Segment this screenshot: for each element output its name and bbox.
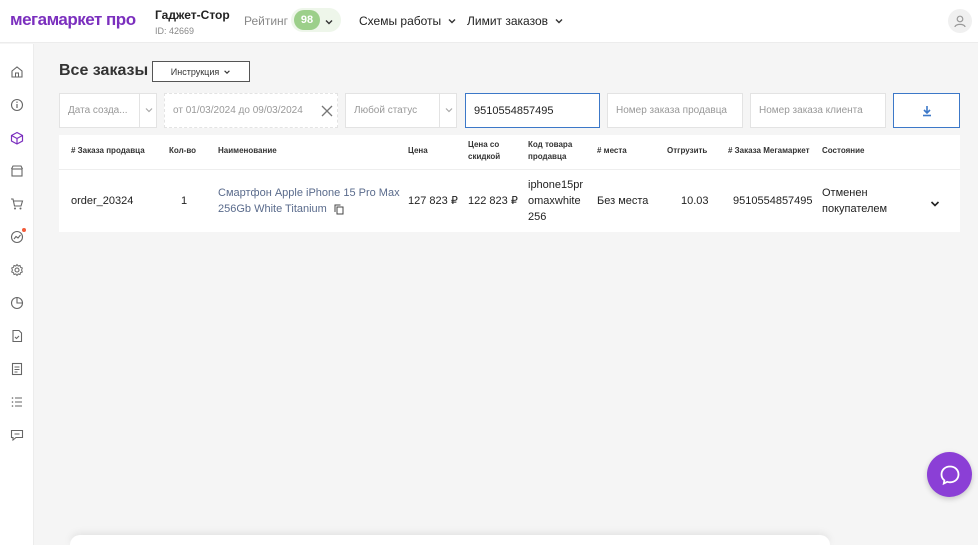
expand-row-chevron-icon[interactable] (929, 197, 941, 215)
shop-id: ID: 42669 (155, 26, 195, 36)
rating-label: Рейтинг (244, 14, 289, 28)
header-price: Цена (408, 146, 428, 155)
shop-name: Гаджет-Стор (155, 8, 230, 22)
logo[interactable]: мегамаркет про (10, 10, 136, 30)
top-header: мегамаркет про Гаджет-Стор ID: 42669 Рей… (0, 0, 978, 43)
search-input-value: 9510554857495 (474, 104, 554, 117)
header-sku: Код товара продавца (528, 139, 572, 163)
header-name: Наименование (218, 146, 277, 155)
status-line2: покупателем (822, 203, 888, 215)
cell-qty: 1 (181, 195, 188, 207)
settings-icon[interactable] (10, 263, 24, 277)
document-icon[interactable] (10, 329, 24, 343)
info-icon[interactable] (10, 98, 24, 112)
header-ship: Отгрузить (667, 146, 708, 155)
seller-order-placeholder: Номер заказа продавца (616, 105, 727, 116)
box-icon[interactable] (10, 131, 24, 145)
header-discount-price: Цена со скидкой (468, 139, 500, 163)
chevron-down-icon[interactable] (324, 14, 334, 32)
status-line1: Отменен (822, 187, 868, 199)
cell-product-name[interactable]: Смартфон Apple iPhone 15 Pro Max 256Gb W… (218, 185, 400, 217)
sidebar (0, 44, 34, 545)
support-chat-button[interactable] (927, 452, 972, 497)
header-places: # места (597, 146, 627, 155)
client-order-input[interactable]: Номер заказа клиента (750, 93, 886, 128)
chevron-down-icon (145, 108, 153, 113)
chevron-down-icon (445, 108, 453, 113)
sku-line2: omaxwhite (528, 195, 581, 207)
sku-line3: 256 (528, 211, 547, 223)
menu-schemes[interactable]: Схемы работы (359, 14, 457, 28)
menu-order-limit[interactable]: Лимит заказов (467, 14, 564, 28)
product-name-line2: 256Gb White Titanium (218, 203, 327, 215)
chart-pie-icon[interactable] (10, 296, 24, 310)
header-qty: Кол-во (169, 146, 197, 155)
header-discount-price-line2: скидкой (468, 152, 501, 161)
store-icon[interactable] (10, 164, 24, 178)
status-select[interactable]: Любой статус (345, 93, 457, 128)
feedback-icon[interactable] (10, 428, 24, 442)
page-title: Все заказы (59, 62, 149, 79)
cell-places: Без места (597, 195, 649, 207)
cell-discount-price: 122 823 ₽ (468, 195, 518, 207)
header-discount-price-line1: Цена со (468, 140, 500, 149)
chevron-down-icon (224, 69, 231, 74)
header-mm-order: # Заказа Мегамаркет (728, 146, 810, 155)
search-input[interactable]: 9510554857495 (465, 93, 600, 128)
cell-ship: 10.03 (681, 195, 709, 207)
status-value: Любой статус (354, 105, 418, 116)
instructions-button[interactable]: Инструкция (152, 61, 250, 82)
sku-line1: iphone15pr (528, 179, 584, 191)
download-button[interactable] (893, 93, 960, 128)
user-icon (954, 15, 966, 28)
date-type-select[interactable]: Дата созда... (59, 93, 157, 128)
header-status: Состояние (822, 146, 865, 155)
chevron-down-icon (448, 19, 456, 24)
header-sku-line2: продавца (528, 152, 567, 161)
seller-order-input[interactable]: Номер заказа продавца (607, 93, 743, 128)
menu-schemes-label: Схемы работы (359, 14, 442, 28)
date-range-picker[interactable]: от 01/03/2024 до 09/03/2024 (164, 93, 338, 128)
copy-icon[interactable] (334, 204, 344, 215)
table-divider (59, 169, 960, 170)
cell-sku: iphone15pr omaxwhite 256 (528, 177, 583, 225)
header-seller-order: # Заказа продавца (71, 146, 145, 155)
home-icon[interactable] (10, 65, 24, 79)
chevron-down-icon (555, 19, 563, 24)
cell-seller-order: order_20324 (71, 195, 134, 207)
date-range-value: от 01/03/2024 до 09/03/2024 (173, 105, 303, 116)
chat-icon (940, 465, 959, 485)
user-avatar[interactable] (948, 9, 972, 33)
menu-order-limit-label: Лимит заказов (467, 14, 549, 28)
cell-price: 127 823 ₽ (408, 195, 458, 207)
cart-icon[interactable] (10, 197, 24, 211)
bottom-panel (70, 535, 830, 545)
rating-badge: 98 (294, 10, 320, 30)
client-order-placeholder: Номер заказа клиента (759, 105, 863, 116)
download-icon (922, 105, 931, 116)
cell-status: Отменен покупателем (822, 185, 887, 217)
cell-mm-order: 9510554857495 (733, 195, 813, 207)
orders-table: # Заказа продавца Кол-во Наименование Це… (59, 135, 960, 232)
header-sku-line1: Код товара (528, 140, 573, 149)
notification-dot (22, 228, 26, 232)
date-type-value: Дата созда... (68, 105, 128, 116)
analytics-icon[interactable] (10, 228, 26, 244)
product-name-line1: Смартфон Apple iPhone 15 Pro Max (218, 187, 400, 199)
close-icon[interactable] (320, 104, 334, 118)
instructions-button-label: Инструкция (170, 66, 220, 77)
list-icon[interactable] (10, 395, 24, 409)
shop-info: Гаджет-Стор ID: 42669 (155, 8, 230, 36)
notes-icon[interactable] (10, 362, 24, 376)
